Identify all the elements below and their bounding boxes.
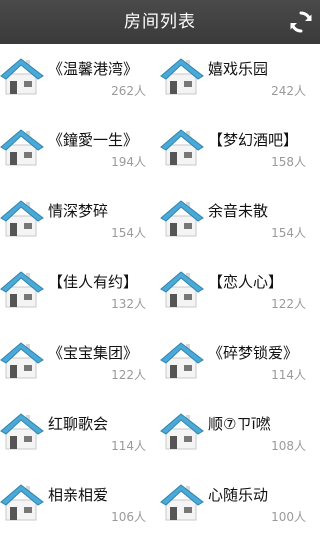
room-name: 《温馨港湾》 [48,60,139,78]
room-item[interactable]: 余音未散 154人 [160,186,320,257]
room-item[interactable]: 情深梦碎 154人 [0,186,160,257]
house-icon [160,129,204,166]
room-member-count: 100人 [271,510,306,524]
room-member-count: 108人 [271,439,306,453]
house-icon [160,271,204,308]
room-name: 《鐘愛一生》 [48,131,139,149]
room-name: 【梦幻酒吧】 [208,131,299,149]
room-name: 相亲相爱 [48,486,109,504]
room-member-count: 114人 [111,439,146,453]
room-item[interactable]: 《碎梦锁爱》 114人 [160,328,320,399]
house-icon [0,271,44,308]
room-member-count: 242人 [271,84,306,98]
house-icon [160,342,204,379]
room-name: 嬉戏乐园 [208,60,269,78]
room-member-count: 106人 [111,510,146,524]
room-member-count: 262人 [111,84,146,98]
room-member-count: 122人 [111,368,146,382]
house-icon [0,413,44,450]
room-item[interactable]: 《鐘愛一生》 194人 [0,115,160,186]
house-icon [160,484,204,521]
room-item[interactable]: 《温馨港湾》 262人 [0,44,160,115]
room-name: 【佳人有约】 [48,273,139,291]
room-member-count: 154人 [271,226,306,240]
room-member-count: 158人 [271,155,306,169]
room-name: 《宝宝集团》 [48,344,139,362]
house-icon [0,58,44,95]
house-icon [160,58,204,95]
room-name: 红聊歌会 [48,415,109,433]
room-member-count: 122人 [271,297,306,311]
room-item[interactable]: 【佳人有约】 132人 [0,257,160,328]
house-icon [160,200,204,237]
house-icon [0,129,44,166]
house-icon [0,200,44,237]
room-item[interactable]: 《宝宝集团》 122人 [0,328,160,399]
room-name: 余音未散 [208,202,269,220]
page-title: 房间列表 [124,12,196,32]
room-name: 心随乐动 [208,486,269,504]
room-item[interactable]: 【恋人心】 122人 [160,257,320,328]
room-name: 【恋人心】 [208,273,284,291]
room-member-count: 194人 [111,155,146,169]
house-icon [0,484,44,521]
room-name: 《碎梦锁爱》 [208,344,299,362]
room-item[interactable]: 相亲相爱 106人 [0,470,160,541]
room-member-count: 154人 [111,226,146,240]
room-item[interactable]: 嬉戏乐园 242人 [160,44,320,115]
house-icon [0,342,44,379]
room-item[interactable]: 顺⑦ㄗī嘫 108人 [160,399,320,470]
house-icon [160,413,204,450]
room-item[interactable]: 【梦幻酒吧】 158人 [160,115,320,186]
room-name: 情深梦碎 [48,202,109,220]
room-name: 顺⑦ㄗī嘫 [208,415,271,433]
room-member-count: 132人 [111,297,146,311]
room-member-count: 114人 [271,368,306,382]
app-header: 房间列表 [0,0,320,44]
room-item[interactable]: 心随乐动 100人 [160,470,320,541]
room-item[interactable]: 红聊歌会 114人 [0,399,160,470]
refresh-icon[interactable] [288,9,314,35]
